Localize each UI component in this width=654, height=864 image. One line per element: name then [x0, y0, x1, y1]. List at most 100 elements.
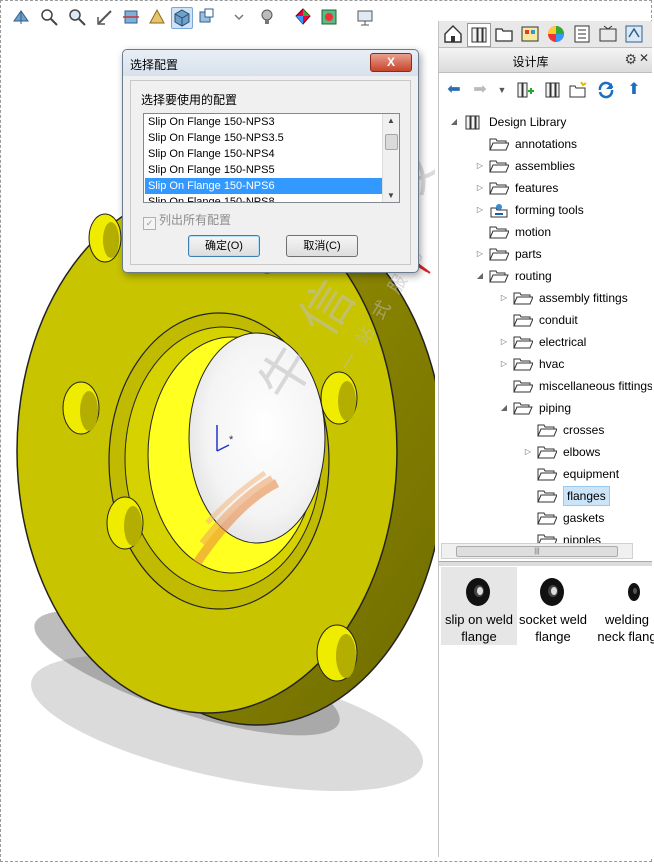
- gallery-item-caption: slip on weld flange: [437, 611, 521, 645]
- flange-thumbnail-icon: [466, 578, 490, 606]
- list-all-configurations-checkbox[interactable]: ✓ 列出所有配置: [143, 211, 231, 230]
- lighting-icon[interactable]: [257, 7, 277, 27]
- tree-horizontal-scrollbar[interactable]: |||: [441, 543, 633, 559]
- configuration-list[interactable]: Slip On Flange 150-NPS3 Slip On Flange 15…: [143, 113, 400, 203]
- zoom-area-icon[interactable]: [67, 7, 87, 27]
- folder-icon: [513, 314, 533, 327]
- flange-thumbnail-icon: [540, 578, 564, 606]
- view-orientation-icon[interactable]: [11, 7, 31, 27]
- list-all-label: 列出所有配置: [159, 213, 232, 227]
- window-frame: * 牛 信 科 技 一 站 式 服 务 选择配置 X 选择要使用的配置 Slip…: [0, 0, 654, 862]
- gallery-item-caption: welding neck flang: [585, 611, 654, 645]
- folder-icon: [489, 160, 509, 173]
- caption-line: socket weld: [519, 612, 587, 627]
- tree-item-label: equipment: [563, 467, 620, 481]
- design-library-icon: [465, 115, 480, 130]
- dialog-close-button[interactable]: X: [370, 53, 412, 72]
- svg-text:*: *: [229, 434, 234, 446]
- folder-icon: [537, 446, 557, 459]
- design-library-tree: ◢ Design Library annotations ▷ assemblies ▷ fe…: [439, 111, 652, 543]
- toolbox-icon[interactable]: [623, 23, 645, 45]
- configuration-item[interactable]: Slip On Flange 150-NPS3: [145, 114, 382, 130]
- expand-icon[interactable]: ▷: [475, 199, 485, 221]
- folder-icon: [537, 490, 557, 503]
- edit-appearance-icon[interactable]: [293, 7, 313, 27]
- refresh-icon[interactable]: [595, 79, 617, 101]
- dialog-titlebar[interactable]: 选择配置 X: [123, 50, 418, 76]
- folder-icon: [513, 336, 533, 349]
- dynamic-annotation-icon[interactable]: [147, 7, 167, 27]
- design-library-nav-toolbar: ⬅ ➡ ▼ ⬆: [439, 73, 652, 107]
- expand-icon[interactable]: ▷: [499, 287, 509, 309]
- gallery-item[interactable]: socket weld flange: [515, 567, 591, 649]
- design-library-gallery: slip on weld flange socket weld flange weldi…: [439, 567, 654, 687]
- scroll-thumb[interactable]: [385, 134, 398, 150]
- dialog-title: 选择配置: [130, 58, 179, 72]
- ok-button[interactable]: 确定(O): [188, 235, 260, 257]
- home-icon[interactable]: [442, 23, 464, 45]
- custom-properties-icon[interactable]: [571, 23, 593, 45]
- heads-up-view-toolbar: [7, 5, 432, 31]
- view-palette-icon[interactable]: [519, 23, 541, 45]
- up-one-level-icon[interactable]: ⬆: [623, 79, 645, 101]
- folder-icon: [537, 424, 557, 437]
- expand-icon[interactable]: ▷: [499, 353, 509, 375]
- previous-view-icon[interactable]: [95, 7, 115, 27]
- caption-line: flange: [535, 629, 571, 644]
- cancel-button[interactable]: 取消(C): [286, 235, 358, 257]
- solidworks-forum-icon[interactable]: [597, 23, 619, 45]
- configuration-item[interactable]: Slip On Flange 150-NPS5: [145, 162, 382, 178]
- section-view-icon[interactable]: [121, 7, 141, 27]
- tree-item-label: forming tools: [515, 203, 584, 217]
- tree-item-label: assembly fittings: [539, 291, 628, 305]
- expand-icon[interactable]: ▷: [475, 177, 485, 199]
- collapse-icon[interactable]: ◢: [499, 397, 509, 419]
- add-file-location-icon[interactable]: [541, 79, 563, 101]
- expand-icon[interactable]: ▷: [475, 155, 485, 177]
- display-style-icon[interactable]: [171, 7, 193, 29]
- expand-icon[interactable]: ▷: [499, 331, 509, 353]
- folder-icon: [537, 534, 557, 543]
- gallery-item[interactable]: slip on weld flange: [441, 567, 517, 649]
- gear-icon[interactable]: ⚙: [624, 51, 637, 68]
- expand-icon[interactable]: ▷: [475, 243, 485, 265]
- view-settings-icon[interactable]: [355, 7, 375, 27]
- pane-splitter[interactable]: [439, 561, 652, 566]
- configuration-item[interactable]: Slip On Flange 150-NPS8: [145, 194, 382, 202]
- configuration-item[interactable]: Slip On Flange 150-NPS4: [145, 146, 382, 162]
- appearances-icon[interactable]: [545, 23, 567, 45]
- task-pane-header: 设计库 ⚙ ✕: [439, 48, 652, 73]
- design-library-tab-icon[interactable]: [467, 23, 491, 47]
- file-explorer-icon[interactable]: [493, 23, 515, 45]
- back-icon[interactable]: ⬅: [443, 79, 465, 101]
- chevron-down-icon[interactable]: [229, 7, 249, 27]
- expand-icon[interactable]: ▷: [523, 441, 533, 463]
- gallery-item-caption: socket weld flange: [511, 611, 595, 645]
- history-dropdown-icon[interactable]: ▼: [491, 79, 513, 101]
- configuration-list-scrollbar[interactable]: ▲ ▼: [382, 114, 399, 202]
- configuration-item[interactable]: Slip On Flange 150-NPS6: [145, 178, 382, 194]
- tree-item-label: miscellaneous fittings: [539, 379, 652, 393]
- gallery-item[interactable]: welding neck flang: [589, 567, 654, 649]
- add-to-library-icon[interactable]: [513, 79, 535, 101]
- forward-icon[interactable]: ➡: [469, 79, 491, 101]
- apply-scene-icon[interactable]: [319, 7, 339, 27]
- folder-icon: [489, 138, 509, 151]
- forming-tools-folder-icon: [490, 204, 508, 218]
- create-new-folder-icon[interactable]: [567, 79, 589, 101]
- scroll-thumb[interactable]: |||: [456, 546, 618, 557]
- close-icon[interactable]: ✕: [639, 51, 649, 65]
- hide-show-items-icon[interactable]: [197, 7, 217, 27]
- scroll-down-icon[interactable]: ▼: [387, 191, 395, 200]
- tree-item-label: nipples: [563, 533, 602, 543]
- configuration-item[interactable]: Slip On Flange 150-NPS3.5: [145, 130, 382, 146]
- collapse-icon[interactable]: ◢: [475, 265, 485, 287]
- tree-item-label: flanges: [563, 486, 610, 506]
- zoom-to-fit-icon[interactable]: [39, 7, 59, 27]
- folder-icon: [537, 468, 557, 481]
- tree-item-label: Design Library: [489, 115, 567, 129]
- scroll-up-icon[interactable]: ▲: [387, 116, 395, 125]
- collapse-icon[interactable]: ◢: [449, 111, 459, 133]
- checkbox-icon[interactable]: ✓: [143, 217, 156, 230]
- tree-item-label: gaskets: [563, 511, 605, 525]
